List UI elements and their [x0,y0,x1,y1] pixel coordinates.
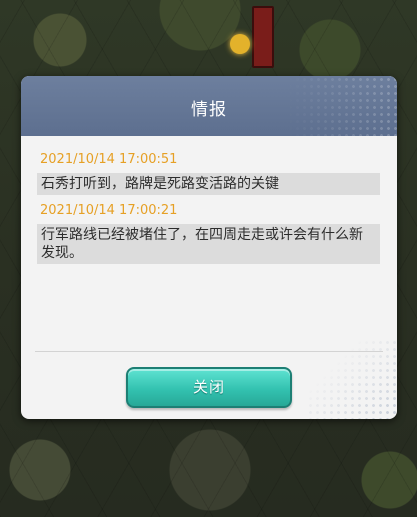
entry-message: 行军路线已经被堵住了，在四周走走或许会有什么新发现。 [37,224,380,264]
entry-timestamp: 2021/10/14 17:00:21 [40,203,178,218]
close-button[interactable]: 关闭 [126,367,292,408]
banner-flag [252,6,274,68]
glowing-orb-icon [230,34,250,54]
entry-message: 石秀打听到，路牌是死路变活路的关键 [37,173,380,195]
decorative-dots [307,339,397,419]
intel-dialog: 情报 2021/10/14 17:00:51 石秀打听到，路牌是死路变活路的关键… [21,76,397,419]
dialog-header: 情报 [21,76,397,136]
entry-timestamp: 2021/10/14 17:00:51 [40,152,178,167]
dialog-title: 情报 [191,100,227,120]
